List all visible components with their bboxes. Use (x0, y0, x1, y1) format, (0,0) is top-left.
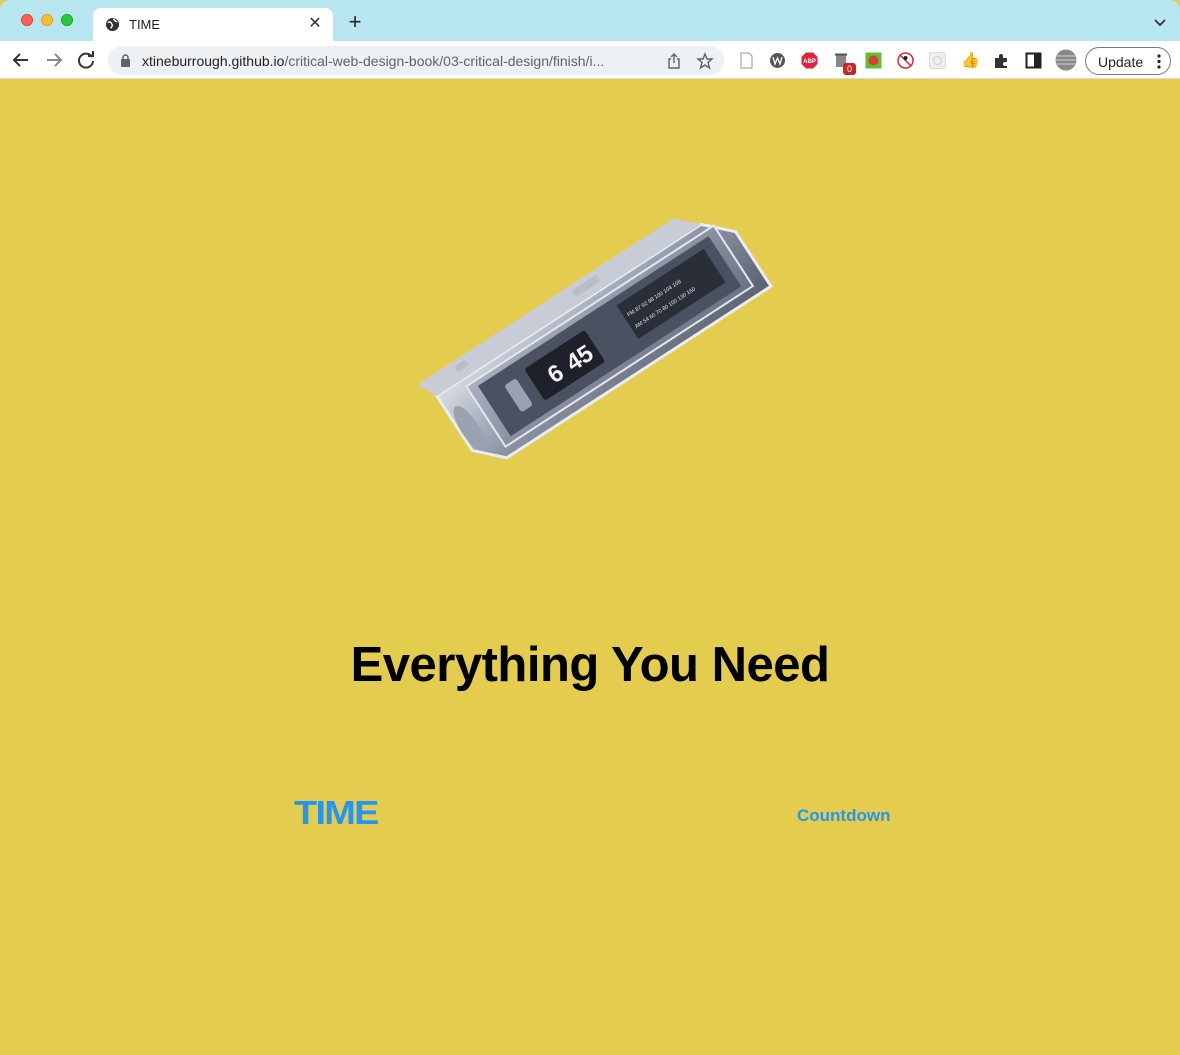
reload-icon[interactable] (75, 49, 97, 71)
thumbs-up-icon[interactable]: 👍 (961, 52, 980, 69)
url-text[interactable]: xtineburrough.github.io/critical-web-des… (142, 53, 662, 69)
extension-badge: 0 (843, 63, 856, 75)
bookmark-star-icon[interactable] (696, 52, 714, 70)
back-arrow-icon[interactable] (10, 49, 32, 71)
tab-close-icon[interactable]: ✕ (305, 14, 325, 34)
globe-icon (105, 17, 120, 32)
green-extension-icon[interactable] (865, 52, 882, 69)
lock-icon[interactable] (120, 54, 131, 67)
update-label: Update (1098, 54, 1144, 70)
browser-toolbar: xtineburrough.github.io/critical-web-des… (0, 41, 1180, 79)
adblock-label: ABP (803, 59, 816, 65)
tab-title: TIME (129, 17, 161, 32)
blocked-extension-icon[interactable] (897, 52, 914, 69)
page-headline: Everything You Need (350, 638, 830, 692)
url-host: xtineburrough.github.io (142, 53, 285, 69)
address-bar[interactable]: xtineburrough.github.io/critical-web-des… (108, 46, 724, 75)
url-path: /critical-web-design-book/03-critical-de… (284, 53, 605, 69)
countdown-link[interactable]: Countdown (797, 806, 890, 826)
new-tab-button[interactable]: + (344, 11, 366, 34)
update-button[interactable]: Update (1085, 47, 1171, 75)
grey-extension-icon[interactable] (929, 52, 946, 69)
flip-clock-radio-image: 6 45 FM 87 92 98 100 104 108 AM 54 60 70… (417, 218, 774, 460)
tab-strip: TIME ✕ + (0, 0, 1180, 41)
puzzle-icon[interactable] (993, 52, 1010, 69)
close-window-button[interactable] (21, 14, 33, 26)
forward-arrow-icon[interactable] (43, 49, 65, 71)
side-panel-icon[interactable] (1025, 52, 1042, 69)
maximize-window-button[interactable] (61, 14, 73, 26)
avatar[interactable] (1055, 49, 1077, 71)
share-icon[interactable] (666, 53, 682, 69)
page-content: 6 45 FM 87 92 98 100 104 108 AM 54 60 70… (0, 79, 1180, 1055)
time-logo-link[interactable]: TIME (294, 794, 379, 832)
chevron-down-icon[interactable] (1152, 14, 1168, 30)
document-extension-icon[interactable] (738, 52, 755, 69)
tab-time[interactable]: TIME ✕ (93, 8, 333, 41)
minimize-window-button[interactable] (41, 14, 53, 26)
browser-window: TIME ✕ + xtineburrough.github.io/critica… (0, 0, 1180, 1055)
more-vertical-icon[interactable] (1157, 54, 1161, 69)
adblock-extension-icon[interactable]: ABP (801, 52, 818, 69)
wordpress-extension-icon[interactable] (769, 52, 786, 69)
